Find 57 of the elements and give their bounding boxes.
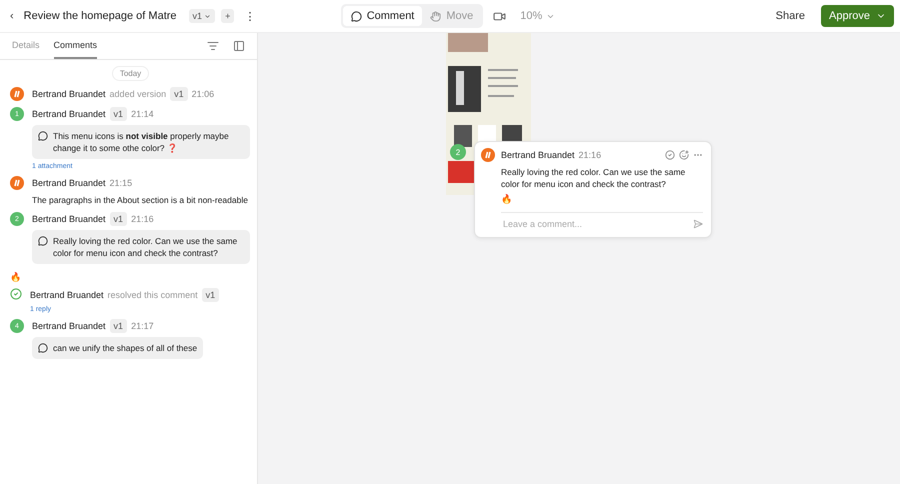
send-icon[interactable] — [693, 219, 703, 229]
action-text: added version — [110, 89, 166, 99]
time-text: 21:16 — [578, 150, 602, 160]
comment-text: Really loving the red color. Can we use the same color for menu icon and check the contrast? — [53, 235, 238, 259]
hand-icon — [430, 10, 442, 22]
sidebar-tab[interactable]: Comments — [54, 33, 98, 59]
back-button[interactable]: ‹ — [6, 8, 18, 24]
avatar-icon — [10, 87, 24, 101]
time-text: 21:16 — [131, 214, 154, 224]
comment-text: This menu icons is not visible properly maybe change it to some othe color? ❓ — [53, 130, 230, 154]
time-text: 21:15 — [110, 178, 132, 188]
sidebar-tab[interactable]: Details — [12, 33, 40, 59]
comment-icon — [38, 343, 48, 353]
comment-text: Really loving the red color. Can we use the same color for menu icon and check the contrast? — [501, 166, 686, 190]
reply-field[interactable]: Leave a comment... — [501, 218, 689, 230]
day-label: Today — [112, 66, 150, 81]
document-title: Review the homepage of Matre — [24, 10, 177, 22]
add-version-button[interactable]: + — [221, 9, 234, 23]
comment-text: The paragraphs in the About section is a bit non-readable — [32, 194, 249, 206]
resolve-icon[interactable] — [665, 150, 675, 160]
version-tag: v1 — [110, 107, 128, 121]
avatar-icon — [481, 148, 495, 162]
filter-icon[interactable] — [207, 40, 219, 52]
avatar-icon — [10, 176, 24, 190]
author-name: Bertrand Bruandet — [32, 321, 106, 331]
share-button[interactable]: Share — [772, 8, 810, 24]
check-icon — [10, 288, 22, 300]
reaction[interactable]: 🔥 — [10, 272, 251, 282]
time-text: 21:06 — [192, 89, 214, 99]
more-button[interactable]: ⋮ — [240, 8, 260, 24]
video-icon[interactable] — [493, 10, 506, 22]
time-text: 21:17 — [131, 321, 154, 331]
comment-icon — [38, 131, 48, 141]
chevron-down-icon — [204, 12, 212, 20]
comment-icon — [350, 10, 362, 22]
author-name: Bertrand Bruandet — [32, 89, 106, 99]
tool-button[interactable]: Move — [422, 6, 482, 26]
version-tag: v1 — [110, 212, 128, 226]
reaction[interactable]: 🔥 — [501, 194, 703, 204]
version-dropdown[interactable]: v1 — [188, 9, 216, 23]
panel-icon[interactable] — [233, 40, 245, 52]
author-name: Bertrand Bruandet — [30, 290, 104, 300]
emoji-icon[interactable] — [679, 150, 689, 160]
version-tag: v1 — [170, 87, 188, 101]
author-name: Bertrand Bruandet — [501, 150, 575, 160]
version-tag: v1 — [202, 288, 220, 302]
time-text: 21:14 — [131, 109, 154, 119]
action-text: resolved this comment — [108, 290, 198, 300]
comment-text: can we unify the shapes of all of these — [53, 342, 198, 354]
zoom-dropdown[interactable]: 10% — [516, 8, 560, 24]
version-tag: v1 — [110, 319, 128, 333]
author-name: Bertrand Bruandet — [32, 178, 106, 188]
approve-button[interactable]: Approve — [821, 5, 894, 27]
tool-button[interactable]: Comment — [342, 6, 422, 26]
comment-icon — [38, 236, 48, 246]
author-name: Bertrand Bruandet — [32, 109, 106, 119]
author-name: Bertrand Bruandet — [32, 214, 106, 224]
